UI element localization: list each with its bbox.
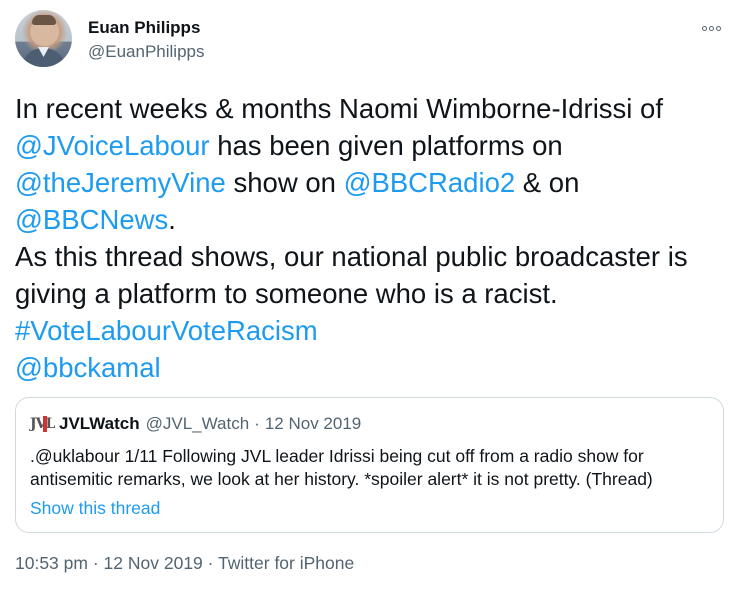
avatar-hair — [32, 15, 56, 25]
more-options-icon[interactable] — [697, 18, 725, 38]
tweet-text: In recent weeks & months Naomi Wimborne-… — [15, 90, 725, 386]
mention-bbckamal[interactable]: @bbckamal — [15, 352, 161, 383]
show-thread-link[interactable]: Show this thread — [30, 498, 160, 519]
jvl-logo: JVL — [30, 414, 55, 434]
tweet-text-segment: In recent weeks & months Naomi Wimborne-… — [15, 93, 663, 124]
author-handle[interactable]: @EuanPhilipps — [88, 42, 205, 62]
tweet-footer: 10:53 pm · 12 Nov 2019 · Twitter for iPh… — [15, 553, 354, 574]
tweet-text-segment: & on — [515, 167, 580, 198]
quoted-text: .@uklabour 1/11 Following JVL leader Idr… — [30, 446, 653, 489]
more-dot — [708, 25, 714, 31]
quoted-author-handle[interactable]: @JVL_Watch — [146, 414, 250, 434]
mention-bbcradio2[interactable]: @BBCRadio2 — [344, 167, 516, 198]
avatar[interactable] — [15, 10, 72, 67]
more-dot — [701, 25, 707, 31]
tweet-text-segment: has been given platforms on — [209, 130, 563, 161]
quoted-tweet[interactable]: JVL JVLWatch @JVL_Watch · 12 Nov 2019 .@… — [15, 397, 724, 533]
tweet-text-segment: show on — [225, 167, 344, 198]
footer-separator: · — [92, 553, 99, 573]
quoted-date[interactable]: 12 Nov 2019 — [265, 414, 361, 434]
mention-jvoicelabour[interactable]: @JVoiceLabour — [15, 130, 210, 161]
tweet-date[interactable]: 12 Nov 2019 — [104, 553, 203, 573]
hashtag-votelabourvoteracism[interactable]: #VoteLabourVoteRacism — [15, 315, 318, 346]
mention-bbcnews[interactable]: @BBCNews — [15, 204, 168, 235]
quoted-author-name[interactable]: JVLWatch — [59, 414, 140, 434]
tweet-time[interactable]: 10:53 pm — [15, 553, 88, 573]
tweet-text-segment: . — [168, 204, 176, 235]
quoted-tweet-header: JVL JVLWatch @JVL_Watch · 12 Nov 2019 — [30, 412, 361, 436]
mention-thejeremyvine[interactable]: @theJeremyVine — [15, 167, 226, 198]
tweet-text-segment: As this thread shows, our national publi… — [15, 241, 688, 309]
quoted-separator: · — [254, 414, 260, 433]
tweet-source[interactable]: Twitter for iPhone — [218, 553, 354, 573]
tweet-header: Euan Philipps @EuanPhilipps — [15, 10, 725, 72]
footer-separator: · — [207, 553, 214, 573]
more-dot — [715, 25, 721, 31]
author-name[interactable]: Euan Philipps — [88, 18, 200, 38]
jvl-logo-bar — [43, 416, 47, 432]
